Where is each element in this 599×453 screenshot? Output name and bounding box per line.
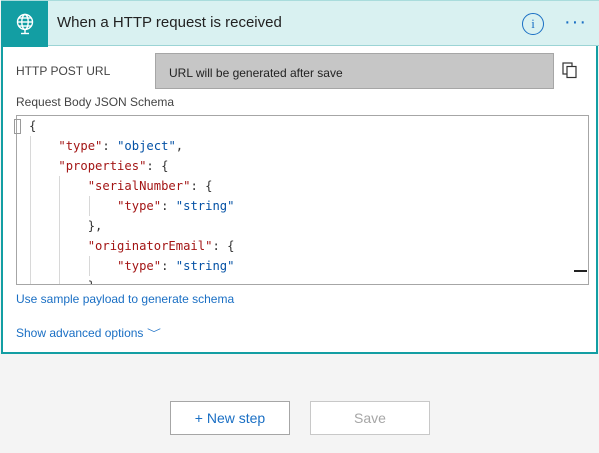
code-text: }, bbox=[29, 279, 103, 284]
ellipsis-icon[interactable]: ··· bbox=[564, 10, 588, 34]
code-line: "type": "string" bbox=[17, 196, 588, 216]
json-punctuation: : bbox=[102, 139, 118, 153]
card-header[interactable]: When a HTTP request is received i ··· bbox=[1, 0, 599, 47]
json-punctuation: : { bbox=[190, 179, 213, 193]
sample-payload-link[interactable]: Use sample payload to generate schema bbox=[16, 292, 234, 306]
code-text: "type": "string" bbox=[29, 199, 234, 213]
json-key: "type" bbox=[117, 199, 162, 213]
code-text: "type": "object", bbox=[29, 139, 183, 153]
json-punctuation: , bbox=[175, 139, 184, 153]
json-key: "properties" bbox=[58, 159, 147, 173]
http-post-url-label: HTTP POST URL bbox=[16, 64, 111, 78]
schema-label: Request Body JSON Schema bbox=[16, 95, 175, 109]
code-text: "serialNumber": { bbox=[29, 179, 213, 193]
json-punctuation bbox=[29, 179, 88, 193]
json-punctuation bbox=[29, 159, 58, 173]
chevron-down-icon: ﹀ bbox=[147, 329, 162, 340]
code-text: "originatorEmail": { bbox=[29, 239, 235, 253]
code-text: }, bbox=[29, 219, 103, 233]
http-post-url-field[interactable]: URL will be generated after save bbox=[155, 53, 554, 89]
json-punctuation: }, bbox=[29, 219, 103, 233]
json-punctuation: : bbox=[161, 199, 176, 213]
save-button[interactable]: Save bbox=[310, 401, 430, 435]
code-line: }, bbox=[17, 216, 588, 236]
json-punctuation bbox=[29, 139, 58, 153]
json-punctuation: { bbox=[29, 119, 37, 133]
schema-code: { "type": "object", "properties": { "ser… bbox=[17, 116, 588, 284]
json-string: "object" bbox=[117, 139, 176, 153]
json-key: "originatorEmail" bbox=[87, 239, 213, 253]
trigger-card: When a HTTP request is received i ··· HT… bbox=[1, 0, 599, 354]
globe-icon bbox=[16, 13, 33, 35]
json-punctuation bbox=[29, 199, 117, 213]
code-text: "properties": { bbox=[29, 159, 168, 173]
editor-scroll-indicator[interactable] bbox=[574, 270, 587, 272]
code-line: { bbox=[17, 116, 588, 136]
copy-icon[interactable] bbox=[562, 62, 578, 79]
code-text: { bbox=[29, 119, 36, 133]
trigger-icon-box bbox=[1, 1, 48, 47]
json-punctuation: : { bbox=[146, 159, 169, 173]
json-punctuation bbox=[29, 259, 117, 273]
json-key: "type" bbox=[117, 259, 162, 273]
json-key: "serialNumber" bbox=[87, 179, 191, 193]
info-icon[interactable]: i bbox=[522, 13, 544, 35]
code-line: "serialNumber": { bbox=[17, 176, 588, 196]
json-punctuation: : { bbox=[212, 239, 235, 253]
json-key: "type" bbox=[58, 139, 103, 153]
code-line: "originatorEmail": { bbox=[17, 236, 588, 256]
new-step-button[interactable]: + New step bbox=[170, 401, 290, 435]
advanced-options-label: Show advanced options bbox=[16, 326, 144, 340]
json-string: "string" bbox=[175, 199, 235, 213]
json-punctuation bbox=[29, 239, 88, 253]
code-text: "type": "string" bbox=[29, 259, 234, 273]
code-line: "properties": { bbox=[17, 156, 588, 176]
code-line: "type": "string" bbox=[17, 256, 588, 276]
json-punctuation: : bbox=[161, 259, 176, 273]
schema-editor[interactable]: { "type": "object", "properties": { "ser… bbox=[16, 115, 589, 285]
code-line: "type": "object", bbox=[17, 136, 588, 156]
json-punctuation: }, bbox=[29, 279, 103, 284]
card-title: When a HTTP request is received bbox=[57, 14, 282, 31]
json-string: "string" bbox=[175, 259, 235, 273]
show-advanced-options[interactable]: Show advanced options ﹀ bbox=[16, 325, 162, 340]
code-line: }, bbox=[17, 276, 588, 284]
text-cursor bbox=[14, 119, 21, 134]
